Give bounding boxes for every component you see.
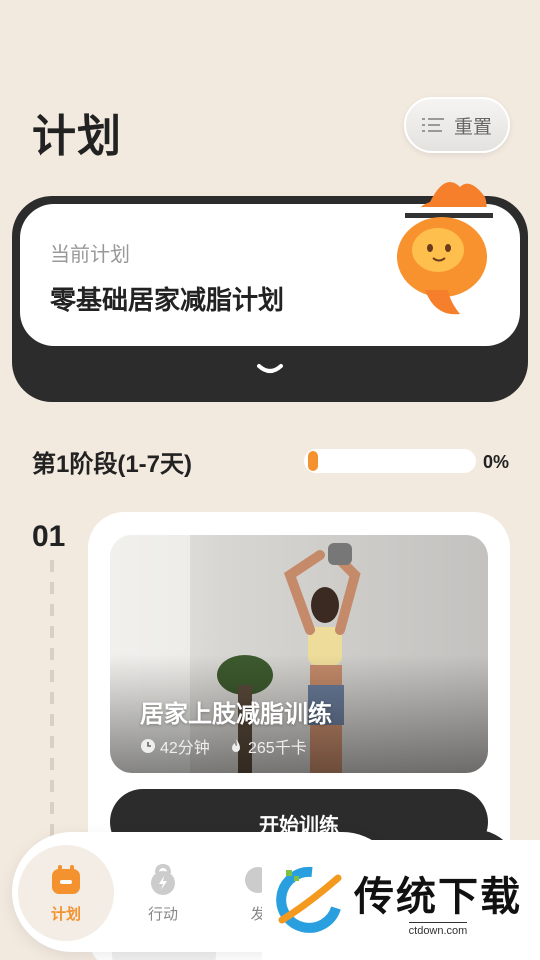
workout-calories: 265千卡 bbox=[228, 734, 307, 758]
clock-icon bbox=[141, 739, 155, 753]
kettlebell-icon bbox=[151, 863, 175, 895]
watermark-logo-icon bbox=[276, 866, 342, 933]
mascot-illustration bbox=[397, 182, 493, 315]
tab-plan[interactable]: 计划 bbox=[18, 845, 114, 941]
list-icon bbox=[421, 118, 444, 132]
watermark-title: 传统下载 bbox=[354, 874, 522, 919]
reset-label: 重置 bbox=[453, 116, 492, 138]
workout-title: 居家上肢减脂训练 bbox=[140, 701, 332, 728]
current-plan-label: 当前计划 bbox=[50, 244, 130, 266]
stage-progress-label: 0% bbox=[483, 452, 510, 472]
page-title: 计划 bbox=[32, 112, 122, 161]
stage-title: 第1阶段(1-7天) bbox=[32, 451, 193, 478]
reset-button[interactable]: 重置 bbox=[404, 97, 510, 153]
tab-plan-label: 计划 bbox=[50, 905, 81, 923]
watermark-url: ctdown.com bbox=[408, 921, 468, 937]
tab-action-label: 行动 bbox=[147, 905, 178, 923]
chevron-down-icon[interactable] bbox=[256, 362, 284, 378]
stage-progress-bar bbox=[304, 449, 476, 473]
duration-value: 42分钟 bbox=[160, 740, 210, 757]
workout-duration: 42分钟 bbox=[140, 734, 210, 758]
stage-progress-fill bbox=[308, 451, 318, 471]
day-number: 01 bbox=[32, 520, 66, 553]
calendar-icon bbox=[52, 864, 80, 894]
tab-action[interactable]: 行动 bbox=[115, 845, 211, 941]
current-plan-name: 零基础居家减脂计划 bbox=[50, 285, 285, 315]
calories-value: 265千卡 bbox=[248, 740, 307, 757]
watermark: 传统下载 ctdown.com bbox=[262, 840, 540, 960]
flame-icon bbox=[232, 739, 240, 752]
